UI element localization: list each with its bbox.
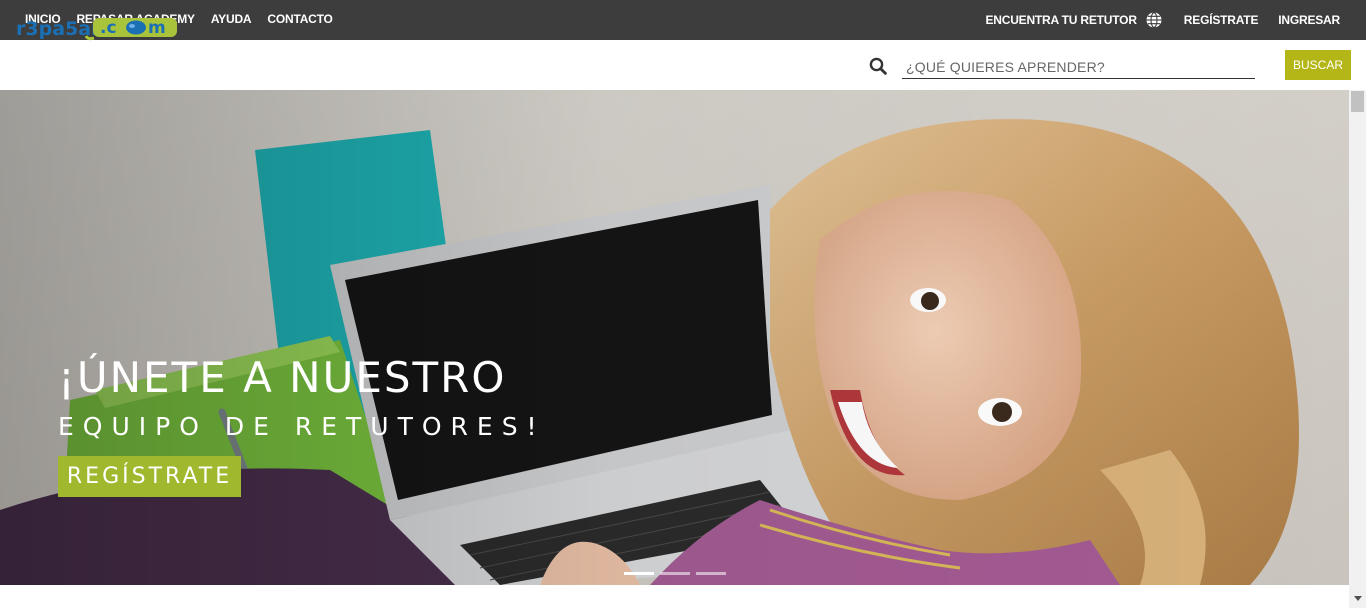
slider-indicators [624, 572, 726, 575]
svg-text:.c: .c [100, 18, 117, 38]
nav-contacto[interactable]: CONTACTO [267, 12, 332, 26]
search-button[interactable]: BUSCAR [1285, 50, 1351, 80]
globe-icon [1146, 12, 1162, 28]
hero-slider: ¡ÚNETE A NUESTRO EQUIPO DE RETUTORES! RE… [0, 90, 1349, 585]
top-navigation-bar: INICIO REPASAR ACADEMY AYUDA CONTACTO EN… [0, 0, 1366, 40]
search-icon[interactable] [869, 57, 887, 75]
hero-register-button[interactable]: REGÍSTRATE [58, 456, 241, 497]
login-link[interactable]: INGRESAR [1278, 13, 1340, 27]
nav-ayuda[interactable]: AYUDA [211, 12, 252, 26]
site-logo[interactable]: r3pa5ar .c m [16, 16, 178, 42]
scroll-down-icon[interactable] [1352, 592, 1364, 604]
find-tutor-link[interactable]: ENCUENTRA TU RETUTOR [985, 12, 1162, 28]
hero-subtitle: EQUIPO DE RETUTORES! [58, 412, 546, 441]
hero-image [0, 90, 1349, 585]
slide-indicator-3[interactable] [696, 572, 726, 575]
hero-title: ¡ÚNETE A NUESTRO [58, 353, 507, 402]
slide-indicator-2[interactable] [660, 572, 690, 575]
slide-indicator-1[interactable] [624, 572, 654, 575]
svg-text:m: m [148, 18, 166, 38]
find-tutor-label: ENCUENTRA TU RETUTOR [985, 13, 1137, 27]
account-links: ENCUENTRA TU RETUTOR REGÍSTRATE INGRESAR [985, 12, 1340, 28]
scrollbar-thumb[interactable] [1351, 91, 1364, 112]
register-link[interactable]: REGÍSTRATE [1184, 13, 1259, 27]
search-input[interactable] [902, 55, 1255, 79]
page-scrollbar[interactable] [1349, 90, 1366, 608]
